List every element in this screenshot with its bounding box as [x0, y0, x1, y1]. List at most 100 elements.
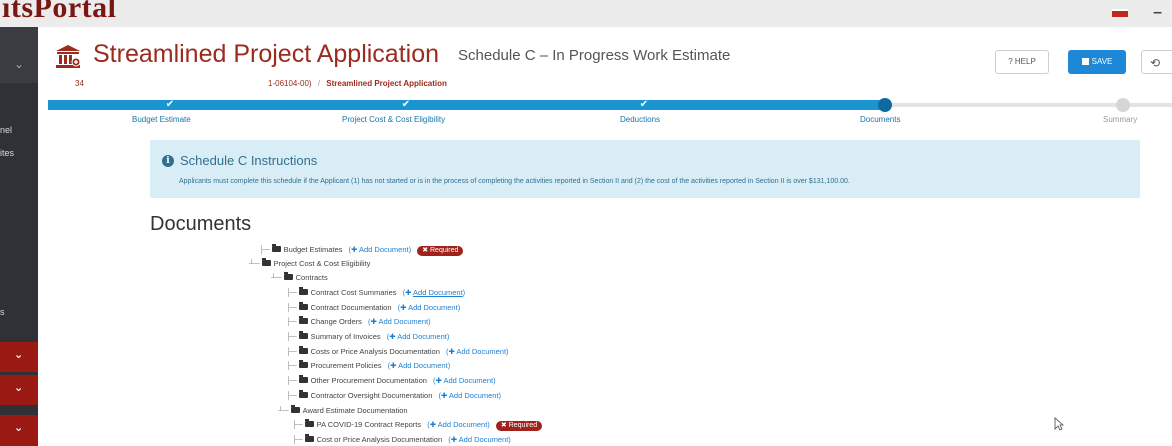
add-document-label: Add Document [458, 435, 509, 444]
add-document-link[interactable]: (✚ Add Document) [349, 245, 412, 254]
folder-icon [298, 375, 308, 383]
breadcrumb-item[interactable]: 1-06104-00) [268, 79, 312, 88]
step-budget-estimate[interactable]: Budget Estimate [132, 115, 191, 124]
tree-node: ├─ Procurement Policies (✚ Add Document) [286, 360, 451, 370]
add-document-link[interactable]: (✚ Add Document) [398, 303, 461, 312]
sidebar-item-label[interactable]: ites [0, 148, 14, 158]
tree-node-label: Procurement Policies [310, 361, 382, 370]
chevron-down-icon[interactable]: ⌄ [14, 57, 24, 71]
add-document-label: Add Document [456, 347, 507, 356]
add-document-link[interactable]: (✚ Add Document) [448, 435, 511, 444]
add-document-link[interactable]: (✚ Add Document) [438, 391, 501, 400]
breadcrumb-item[interactable]: 34 [75, 79, 84, 88]
tree-node-label: Summary of Invoices [310, 332, 381, 341]
checkmark-icon: ✔ [639, 99, 649, 110]
left-sidebar: ⌄ nel ites s ⌄ ⌄ ⌄ [0, 27, 38, 446]
folder-icon [298, 360, 308, 368]
checkmark-icon: ✔ [165, 99, 175, 110]
chevron-down-icon: ⌄ [14, 382, 24, 394]
floppy-disk-icon [1081, 58, 1089, 65]
tree-node[interactable]: ┴─ Award Estimate Documentation [278, 405, 408, 416]
mouse-cursor-icon [1054, 417, 1064, 431]
documents-heading: Documents [150, 213, 252, 235]
folder-icon [298, 316, 308, 324]
add-document-link[interactable]: (✚ Add Document) [433, 376, 496, 385]
folder-icon [298, 390, 308, 398]
tree-node-label: Change Orders [310, 317, 362, 326]
tree-node-label: Award Estimate Documentation [302, 406, 408, 415]
add-document-link[interactable]: (✚ Add Document) [403, 288, 466, 297]
step-project-cost[interactable]: Project Cost & Cost Eligibility [342, 115, 445, 124]
tree-node-label: Contract Cost Summaries [310, 288, 397, 297]
courthouse-icon [56, 45, 81, 68]
add-document-link[interactable]: (✚ Add Document) [446, 347, 509, 356]
tree-node-label: Contractor Oversight Documentation [310, 391, 433, 400]
flag-icon [1112, 9, 1128, 17]
add-document-label: Add Document [413, 288, 463, 297]
folder-icon [304, 434, 314, 442]
required-badge: ✖ Required [417, 246, 464, 256]
page-title: Streamlined Project Application [93, 40, 440, 68]
tree-node-label: Budget Estimates [283, 245, 343, 254]
breadcrumb-current: Streamlined Project Application [326, 79, 447, 88]
sidebar-expand-button[interactable]: ⌄ [0, 415, 38, 446]
folder-icon [271, 244, 281, 252]
folder-icon [298, 331, 308, 339]
chevron-down-icon: ⌄ [14, 422, 24, 434]
add-document-link[interactable]: (✚ Add Document) [427, 420, 490, 429]
sidebar-expand-button[interactable]: ⌄ [0, 375, 38, 405]
instructions-title: Schedule C Instructions [180, 153, 318, 168]
step-deductions[interactable]: Deductions [620, 115, 660, 124]
help-button[interactable]: ? HELP [995, 50, 1049, 74]
tree-node-label: PA COVID-19 Contract Reports [316, 420, 422, 429]
chevron-down-icon: ⌄ [14, 349, 24, 361]
step-summary[interactable]: Summary [1103, 115, 1137, 124]
add-document-link[interactable]: (✚ Add Document) [387, 332, 450, 341]
undo-button[interactable]: ⟲ [1141, 50, 1172, 74]
tree-node: ├─ Contractor Oversight Documentation (✚ … [286, 390, 502, 400]
add-document-label: Add Document [358, 245, 409, 254]
tree-node: ├─ Budget Estimates (✚ Add Document) ✖ Re… [259, 244, 464, 256]
tree-node: ├─ Other Procurement Documentation (✚ Add… [286, 375, 496, 385]
required-badge: ✖ Required [495, 421, 543, 431]
page-subtitle: Schedule C – In Progress Work Estimate [458, 47, 731, 64]
tree-node[interactable]: ┴─ Contracts [271, 272, 328, 283]
tree-node[interactable]: ┴─ Project Cost & Cost Eligibility [249, 258, 371, 269]
pending-step-dot [1116, 98, 1130, 112]
sidebar-expand-button[interactable]: ⌄ [0, 342, 38, 372]
main-content: Streamlined Project Application Schedule… [38, 27, 1172, 446]
add-document-link[interactable]: (✚ Add Document) [368, 317, 431, 326]
required-badge-label: Required [430, 247, 459, 254]
portal-brand-text: ıtsPortal [2, 0, 117, 24]
checkmark-icon: ✔ [401, 99, 411, 110]
tree-node: ├─ Contract Documentation (✚ Add Document… [286, 302, 461, 312]
add-document-label: Add Document [443, 376, 494, 385]
tree-node: ├─ Summary of Invoices (✚ Add Document) [286, 331, 450, 341]
save-button[interactable]: SAVE [1068, 50, 1126, 74]
folder-icon [298, 287, 308, 295]
folder-icon [298, 346, 308, 354]
step-documents[interactable]: Documents [860, 115, 900, 124]
sidebar-top-section: ⌄ [0, 27, 38, 83]
folder-open-icon [290, 405, 300, 413]
add-document-label: Add Document [408, 303, 458, 312]
info-icon: i [162, 155, 174, 167]
sidebar-item-label[interactable]: nel [0, 125, 12, 135]
add-document-link[interactable]: (✚ Add Document) [388, 361, 451, 370]
tree-node: ├─ Costs or Price Analysis Documentation … [286, 346, 509, 356]
tree-node-label: Costs or Price Analysis Documentation [310, 347, 440, 356]
tree-node-label: Project Cost & Cost Eligibility [273, 259, 371, 268]
sidebar-item-label[interactable]: s [0, 307, 5, 317]
tree-node: ├─ PA COVID-19 Contract Reports (✚ Add Do… [292, 419, 543, 431]
folder-icon [304, 419, 314, 427]
add-document-label: Add Document [398, 361, 448, 370]
folder-open-icon [261, 258, 271, 266]
add-document-label: Add Document [437, 420, 488, 429]
tree-node: ├─ Change Orders (✚ Add Document) [286, 316, 431, 326]
folder-open-icon [283, 272, 293, 280]
folder-icon [298, 302, 308, 310]
tree-node-label: Contracts [295, 273, 328, 282]
minimize-icon[interactable]: – [1153, 4, 1162, 22]
tree-node-label: Other Procurement Documentation [310, 376, 427, 385]
instructions-panel: i Schedule C Instructions Applicants mus… [150, 140, 1140, 198]
